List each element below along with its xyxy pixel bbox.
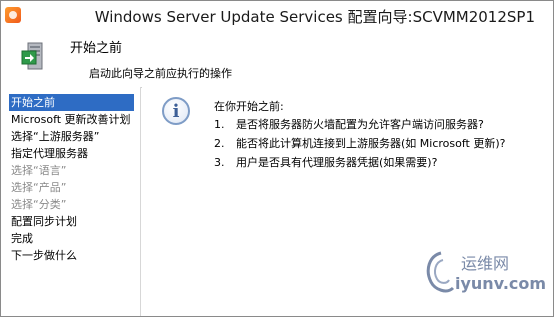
watermark-cn: 运维网 bbox=[461, 254, 510, 273]
nav-item-sync-schedule[interactable]: 配置同步计划 bbox=[1, 213, 134, 230]
question-list: 1. 是否将服务器防火墙配置为允许客户端访问服务器? 2. 能否将此计算机连接到上游… bbox=[214, 115, 505, 172]
nav-item-before-you-begin[interactable]: 开始之前 bbox=[9, 94, 134, 111]
server-update-icon bbox=[21, 42, 43, 70]
nav-item-whats-next[interactable]: 下一步做什么 bbox=[1, 247, 134, 264]
wizard-window: Windows Server Update Services 配置向导:SCVM… bbox=[0, 0, 554, 317]
nav-item-languages: 选择“语言” bbox=[11, 164, 67, 177]
wizard-nav: 开始之前 Microsoft 更新改善计划 选择“上游服务器” 指定代理服务器 … bbox=[1, 87, 141, 316]
info-icon: i bbox=[162, 97, 190, 125]
nav-item-improvement-program[interactable]: Microsoft 更新改善计划 bbox=[1, 111, 134, 128]
intro-text: 在你开始之前: bbox=[214, 100, 284, 113]
nav-item-finished[interactable]: 完成 bbox=[1, 230, 134, 247]
window-title: Windows Server Update Services 配置向导:SCVM… bbox=[94, 8, 535, 26]
nav-item-upstream-server[interactable]: 选择“上游服务器” bbox=[1, 128, 134, 145]
watermark: 运维网 iyunv.com bbox=[421, 248, 546, 308]
wizard-content: i 在你开始之前: 1. 是否将服务器防火墙配置为允许客户端访问服务器? 2. 能否… bbox=[142, 87, 553, 316]
nav-item-classifications: 选择“分类” bbox=[11, 198, 67, 211]
question-text: 能否将此计算机连接到上游服务器(如 Microsoft 更新)? bbox=[236, 137, 506, 150]
title-bar[interactable]: Windows Server Update Services 配置向导:SCVM… bbox=[1, 1, 553, 31]
watermark-url: iyunv.com bbox=[455, 274, 547, 293]
list-item: 3. 用户是否具有代理服务器凭据(如果需要)? bbox=[214, 153, 505, 172]
question-text: 用户是否具有代理服务器凭据(如果需要)? bbox=[236, 156, 438, 169]
nav-item-products: 选择“产品” bbox=[11, 181, 67, 194]
question-text: 是否将服务器防火墙配置为允许客户端访问服务器? bbox=[236, 118, 484, 131]
nav-item-proxy-server[interactable]: 指定代理服务器 bbox=[1, 145, 134, 162]
question-number: 3. bbox=[214, 156, 225, 169]
question-number: 2. bbox=[214, 137, 225, 150]
list-item: 1. 是否将服务器防火墙配置为允许客户端访问服务器? bbox=[214, 115, 505, 134]
question-number: 1. bbox=[214, 118, 225, 131]
wizard-header: 开始之前 启动此向导之前应执行的操作 bbox=[1, 30, 553, 88]
page-subtitle: 启动此向导之前应执行的操作 bbox=[89, 67, 232, 80]
list-item: 2. 能否将此计算机连接到上游服务器(如 Microsoft 更新)? bbox=[214, 134, 505, 153]
page-title: 开始之前 bbox=[70, 41, 123, 56]
